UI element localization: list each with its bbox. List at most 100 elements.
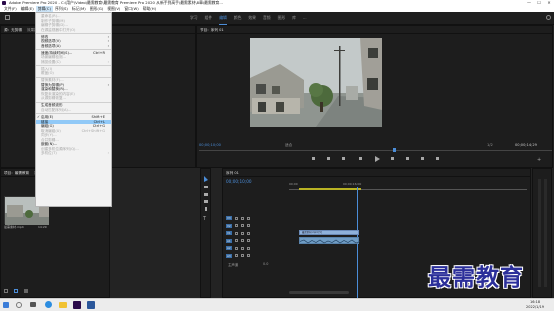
new-item-icon[interactable] — [24, 289, 28, 293]
tab-program[interactable]: 节目：序列 01 — [200, 26, 224, 33]
work-area-bar[interactable] — [299, 188, 361, 190]
track-label[interactable]: V1 — [226, 231, 232, 235]
audio-clip[interactable] — [299, 237, 361, 244]
premiere-taskbar-icon[interactable] — [73, 301, 81, 309]
menu-option-label: 音频选项(A) — [41, 43, 61, 48]
menu-option-label: 同步(Y)... — [41, 133, 57, 138]
workspace-tab-6[interactable]: 图形 — [278, 12, 286, 25]
sync-icon[interactable] — [240, 216, 244, 220]
sync-icon[interactable] — [240, 246, 244, 250]
task-view-icon[interactable] — [30, 302, 36, 307]
icon-view-icon[interactable] — [14, 289, 18, 293]
track-header-V2: V2 — [226, 223, 284, 229]
premiere-app-icon — [2, 1, 6, 5]
master-track-value[interactable]: 0.0 — [263, 262, 268, 266]
meter-right — [544, 179, 547, 287]
timeline-scrollbar[interactable] — [289, 291, 349, 294]
menu-option-label: 覆盖(O) — [41, 71, 54, 76]
menu-option-6[interactable]: 音频选项(A) › — [36, 44, 111, 49]
search-taskbar-icon[interactable] — [16, 302, 22, 308]
audio-waveform — [299, 239, 361, 244]
menu-option-9: 捕捉设置(C) › — [36, 60, 111, 65]
track-label[interactable]: A1 — [226, 238, 232, 243]
master-track-label: 主声道 — [228, 263, 239, 267]
project-bottom-toolbar — [4, 289, 104, 295]
track-header-A2: A2 — [226, 245, 284, 251]
menu-option-27: 多机位(T) › — [36, 151, 111, 156]
video-clip[interactable]: 最需素材.mp4 [V] — [299, 230, 359, 235]
edge-icon[interactable] — [45, 301, 52, 308]
list-view-icon[interactable] — [4, 289, 8, 293]
sync-icon[interactable] — [240, 254, 244, 257]
workspace-tab-7[interactable]: 库 — [292, 12, 296, 25]
menu-option-label: 视频选项(V) — [41, 39, 61, 44]
sync-icon[interactable] — [240, 231, 244, 235]
workspace-tab-4[interactable]: 效果 — [248, 12, 256, 25]
program-monitor: 节目：序列 01 00;00;10;00 适合 1/2 00;00;14;29 … — [196, 25, 553, 168]
home-icon[interactable] — [5, 15, 10, 20]
eye-icon[interactable] — [246, 224, 250, 227]
track-label[interactable]: A3 — [226, 253, 232, 258]
start-icon[interactable] — [3, 302, 9, 308]
clip-name[interactable]: 最需素材.mp4 — [4, 225, 24, 229]
track-label[interactable]: A2 — [226, 246, 232, 250]
menu-option-label: 多机位(T) — [41, 151, 57, 156]
word-icon[interactable] — [87, 301, 95, 309]
workspace-tab-5[interactable]: 音频 — [263, 12, 271, 25]
lock-icon[interactable] — [234, 216, 238, 220]
menu-option-label: 重命名(R)... — [41, 14, 61, 18]
search-icon[interactable] — [546, 15, 551, 20]
resolution-dropdown[interactable]: 1/2 — [487, 143, 493, 147]
track-label[interactable]: V2 — [226, 223, 232, 228]
timeline-timecode[interactable]: 00;00;10;00 — [226, 179, 252, 184]
lock-icon[interactable] — [234, 254, 238, 257]
submenu-arrow-icon: › — [107, 43, 109, 48]
eye-icon[interactable] — [246, 246, 250, 250]
menu-option-label: 替换素材(F)... — [41, 78, 64, 83]
menu-option-label: 取消编组(U) — [41, 128, 61, 133]
menu-option-label: 编辑子剪辑(D)... — [41, 23, 68, 27]
eye-icon[interactable] — [246, 239, 250, 242]
taskbar-clock[interactable]: 16:18 2022/1/19 — [526, 300, 544, 310]
fit-dropdown[interactable]: 适合 — [285, 143, 292, 148]
track-header-V1: V1 — [226, 230, 284, 236]
lock-icon[interactable] — [234, 239, 238, 242]
file-explorer-icon[interactable] — [59, 302, 67, 308]
lock-icon[interactable] — [234, 224, 238, 227]
clip-menu-dropdown: 重命名(R)... 制作子剪辑(M) 编辑子剪辑(D)... 在源监视器中打开(O) 修… — [35, 12, 112, 207]
menu-option-label: 自动匹配序列(A)... — [41, 107, 72, 112]
program-duration: 00;00;14;29 — [515, 143, 537, 147]
track-label[interactable]: V3 — [226, 216, 232, 220]
menu-option-label: 场景编辑检测... — [41, 55, 66, 60]
meter-left — [538, 179, 541, 287]
workspace-tab-1[interactable]: 组件 — [205, 12, 213, 25]
transport-icons: + — [312, 156, 541, 163]
eye-icon[interactable] — [246, 254, 250, 257]
menu-option-label: 合并剪辑... — [41, 137, 59, 142]
tab-sequence[interactable]: 序列 01 — [226, 169, 239, 176]
workspace-tab-0[interactable]: 学习 — [190, 12, 198, 25]
tab-source-0[interactable]: 源：无剪辑 — [4, 26, 22, 33]
lock-icon[interactable] — [234, 231, 238, 235]
workspace-tab-3[interactable]: 颜色 — [234, 12, 242, 25]
eye-icon[interactable] — [246, 231, 250, 235]
menu-option-label: 制作子剪辑(M) — [41, 18, 65, 23]
workspace-tab-2[interactable]: 编辑 — [219, 12, 227, 25]
tool-icons: T — [202, 176, 208, 222]
sync-icon[interactable] — [240, 224, 244, 227]
eye-icon[interactable] — [246, 216, 250, 220]
program-timecode[interactable]: 00;00;10;00 — [199, 143, 221, 147]
workspace-tabs: 学习 组件 编辑 颜色 效果 音频 图形库... — [190, 12, 307, 25]
menu-option-11: 覆盖(O) — [36, 71, 111, 76]
clip-duration: 14:29 — [38, 225, 47, 229]
track-header-A3: A3 — [226, 253, 284, 259]
sync-icon[interactable] — [240, 239, 244, 242]
workspace-tab-8[interactable]: ... — [303, 12, 307, 25]
program-scrub-bar[interactable] — [199, 150, 552, 151]
window-title: Adobe Premiere Pro 2020 - C:\用户\Video\最需… — [9, 0, 223, 5]
lock-icon[interactable] — [234, 246, 238, 250]
menu-option-16: 从源剪辑恢复... — [36, 96, 111, 101]
playhead-marker[interactable] — [393, 148, 396, 152]
windows-taskbar: 16:18 2022/1/19 — [0, 298, 554, 311]
tab-project-0[interactable]: 项目：最需教育 — [4, 169, 29, 176]
